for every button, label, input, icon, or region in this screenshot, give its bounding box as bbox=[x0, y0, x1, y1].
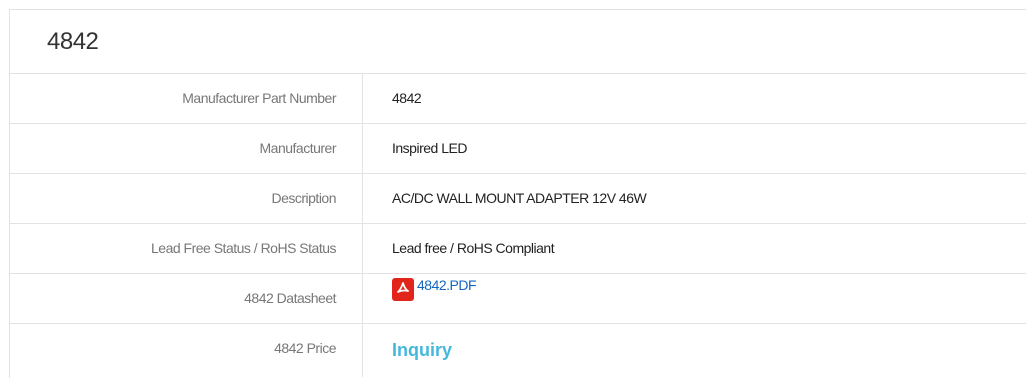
spec-row-price: 4842 Price Inquiry bbox=[10, 324, 1026, 377]
pdf-icon bbox=[392, 278, 414, 301]
datasheet-filename: 4842.PDF bbox=[417, 277, 477, 293]
spec-value: 4842 bbox=[392, 90, 422, 106]
spec-value: Inspired LED bbox=[392, 140, 467, 156]
spec-value: Inquiry bbox=[363, 324, 1026, 377]
datasheet-link[interactable]: 4842.PDF bbox=[392, 265, 477, 301]
spec-row-datasheet: 4842 Datasheet 4842.PDF bbox=[10, 274, 1026, 324]
spec-label: Manufacturer bbox=[10, 124, 363, 173]
spec-value: AC/DC WALL MOUNT ADAPTER 12V 46W bbox=[392, 190, 647, 206]
inquiry-link[interactable]: Inquiry bbox=[392, 340, 452, 360]
spec-row-description: Description AC/DC WALL MOUNT ADAPTER 12V… bbox=[10, 174, 1026, 224]
spec-row-rohs-status: Lead Free Status / RoHS Status Lead free… bbox=[10, 224, 1026, 274]
spec-label: Manufacturer Part Number bbox=[10, 74, 363, 123]
spec-label: 4842 Price bbox=[10, 324, 363, 377]
spec-label: Description bbox=[10, 174, 363, 223]
spec-value: 4842.PDF bbox=[363, 274, 1026, 323]
spec-label: Lead Free Status / RoHS Status bbox=[10, 224, 363, 273]
product-spec-panel: 4842 Manufacturer Part Number 4842 Manuf… bbox=[9, 9, 1026, 378]
spec-label: 4842 Datasheet bbox=[10, 274, 363, 323]
spec-row-manufacturer: Manufacturer Inspired LED bbox=[10, 124, 1026, 174]
spec-row-part-number: Manufacturer Part Number 4842 bbox=[10, 74, 1026, 124]
panel-title: 4842 bbox=[10, 10, 1026, 74]
